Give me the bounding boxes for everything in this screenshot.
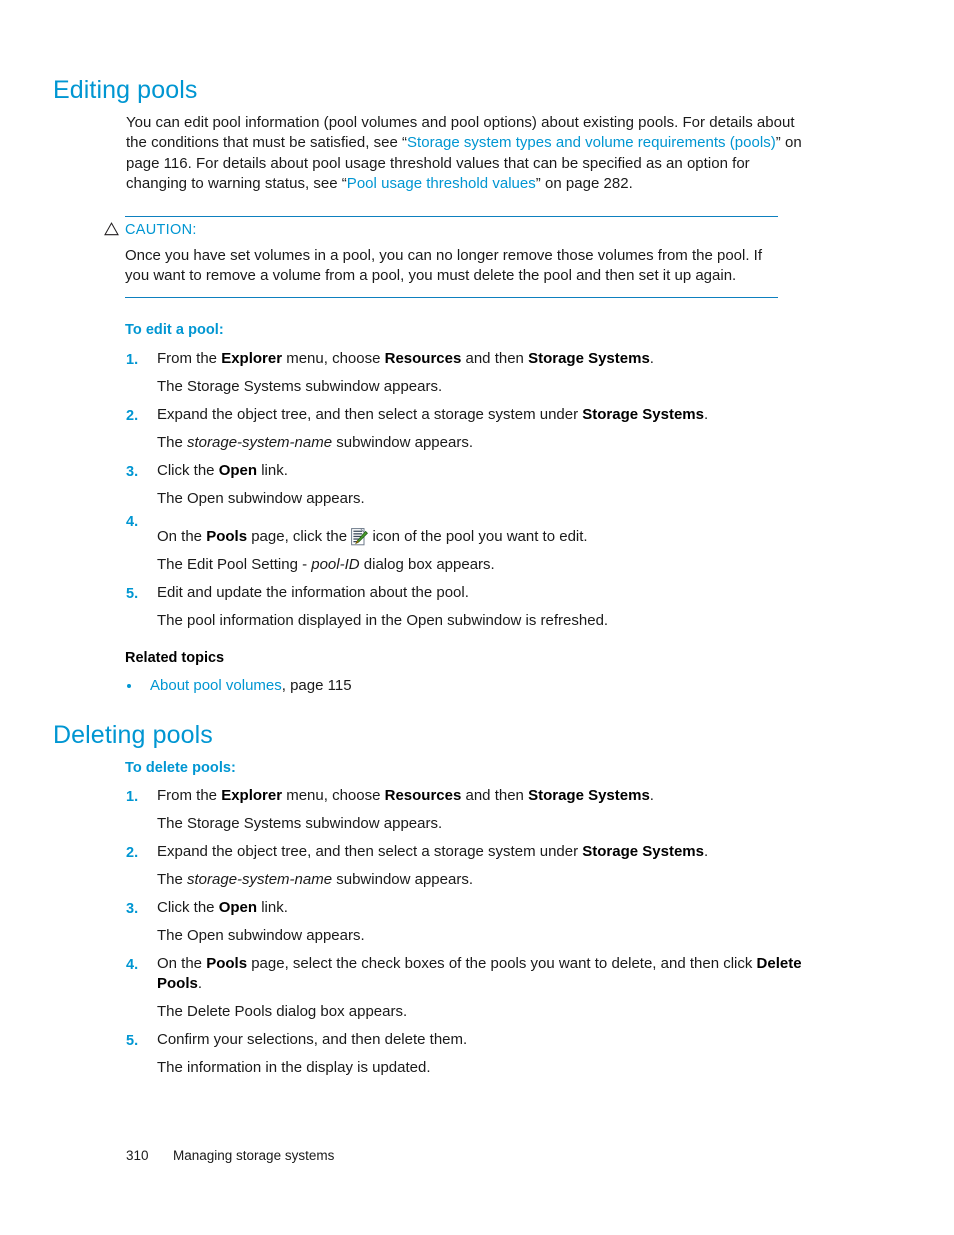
step-fragment: page, click the bbox=[247, 528, 352, 545]
step-emphasis-storage-systems: Storage Systems bbox=[528, 787, 650, 804]
list-item-page-ref: , page 115 bbox=[281, 677, 352, 694]
step-number: 2. bbox=[126, 408, 139, 424]
step-fragment: menu, choose bbox=[282, 350, 385, 367]
caution-rule-top bbox=[125, 216, 778, 217]
result-placeholder-storage-system-name: storage-system-name bbox=[187, 871, 333, 888]
step-fragment: . bbox=[649, 350, 654, 367]
step-emphasis-explorer: Explorer bbox=[221, 350, 283, 367]
step-fragment: . bbox=[197, 975, 203, 993]
warning-triangle-icon bbox=[104, 222, 119, 236]
step-result: The information in the display is update… bbox=[157, 1059, 431, 1076]
step-number: 5. bbox=[126, 586, 139, 602]
step-emphasis-pools: Pools bbox=[206, 528, 248, 545]
step-fragment: icon of the pool you want to edit. bbox=[368, 528, 588, 545]
step-result: The Storage Systems subwindow appears. bbox=[157, 815, 443, 832]
result-fragment: The bbox=[157, 434, 188, 451]
link-pool-usage-threshold-values[interactable]: Pool usage threshold values bbox=[347, 175, 536, 192]
intro-text-tail: ” on page 282. bbox=[535, 175, 633, 193]
step-text: On the Pools page, select the check boxe… bbox=[157, 954, 802, 995]
link-storage-system-types[interactable]: Storage system types and volume requirem… bbox=[407, 134, 776, 151]
step-result: The storage-system-name subwindow appear… bbox=[157, 870, 802, 890]
step-number: 2. bbox=[126, 845, 139, 861]
caution-rule-bottom bbox=[125, 297, 778, 298]
step-fragment: page, select the check boxes of the pool… bbox=[247, 955, 757, 972]
step-fragment: . bbox=[704, 843, 709, 860]
step-result: The Storage Systems subwindow appears. bbox=[157, 378, 443, 395]
step-number: 5. bbox=[126, 1033, 139, 1049]
bullet-icon bbox=[127, 684, 131, 688]
result-fragment: subwindow appears. bbox=[332, 434, 473, 451]
step-fragment: From the bbox=[157, 787, 222, 804]
step-number: 1. bbox=[126, 352, 139, 368]
step-fragment: Expand the object tree, and then select … bbox=[157, 406, 583, 423]
step-emphasis-open: Open bbox=[218, 899, 258, 916]
step-number: 1. bbox=[126, 789, 139, 805]
step-number: 3. bbox=[126, 464, 139, 480]
step-fragment: link. bbox=[257, 899, 288, 916]
step-fragment: link. bbox=[257, 462, 288, 479]
step-emphasis-storage-systems: Storage Systems bbox=[582, 843, 704, 860]
step-fragment: From the bbox=[157, 350, 222, 367]
page-title-editing-pools: Editing pools bbox=[53, 76, 198, 104]
result-fragment: The Edit Pool Setting - bbox=[157, 556, 312, 573]
page-title-deleting-pools: Deleting pools bbox=[53, 721, 213, 749]
step-emphasis-open: Open bbox=[218, 462, 258, 479]
step-emphasis-storage-systems: Storage Systems bbox=[528, 350, 650, 367]
step-fragment: Expand the object tree, and then select … bbox=[157, 843, 583, 860]
step-fragment: Click the bbox=[157, 899, 219, 916]
step-number: 4. bbox=[126, 957, 139, 973]
result-placeholder-pool-id: pool-ID bbox=[311, 556, 360, 573]
result-fragment: The bbox=[157, 871, 188, 888]
step-result: The Open subwindow appears. bbox=[157, 927, 365, 944]
related-topics-heading: Related topics bbox=[125, 650, 225, 666]
step-text: Click the Open link. bbox=[157, 461, 802, 481]
step-emphasis-pools: Pools bbox=[206, 955, 248, 972]
step-emphasis-storage-systems: Storage Systems bbox=[582, 406, 704, 423]
edit-pool-icon bbox=[351, 528, 369, 546]
step-text: Confirm your selections, and then delete… bbox=[157, 1031, 468, 1048]
step-result: The Delete Pools dialog box appears. bbox=[157, 1003, 408, 1020]
step-fragment: menu, choose bbox=[282, 787, 385, 804]
step-text: Expand the object tree, and then select … bbox=[157, 842, 802, 862]
intro-paragraph: You can edit pool information (pool volu… bbox=[126, 113, 802, 195]
step-emphasis-resources: Resources bbox=[384, 787, 462, 804]
result-fragment: subwindow appears. bbox=[332, 871, 473, 888]
step-result: The Edit Pool Setting - pool-ID dialog b… bbox=[157, 555, 802, 575]
step-result: The pool information displayed in the Op… bbox=[157, 612, 609, 629]
step-fragment: . bbox=[704, 406, 709, 423]
step-fragment: and then bbox=[461, 787, 529, 804]
footer-page-number: 310 bbox=[126, 1148, 149, 1163]
step-text: On the Pools page, click the icon of the… bbox=[157, 527, 802, 547]
result-fragment: dialog box appears. bbox=[359, 556, 495, 573]
step-text: Expand the object tree, and then select … bbox=[157, 405, 802, 425]
list-item: About pool volumes, page 115 bbox=[150, 676, 795, 696]
footer-chapter-title: Managing storage systems bbox=[173, 1148, 335, 1163]
procedure-heading-delete-pools: To delete pools: bbox=[125, 760, 236, 776]
step-text: From the Explorer menu, choose Resources… bbox=[157, 786, 802, 806]
step-number: 4. bbox=[126, 514, 139, 530]
step-fragment: Click the bbox=[157, 462, 219, 479]
step-fragment: On the bbox=[157, 528, 207, 545]
step-result: The storage-system-name subwindow appear… bbox=[157, 433, 802, 453]
step-text: Edit and update the information about th… bbox=[157, 584, 469, 601]
step-number: 3. bbox=[126, 901, 139, 917]
caution-body-text: Once you have set volumes in a pool, you… bbox=[125, 247, 763, 285]
step-emphasis-explorer: Explorer bbox=[221, 787, 283, 804]
step-emphasis-resources: Resources bbox=[384, 350, 462, 367]
caution-label: CAUTION: bbox=[125, 222, 197, 238]
document-page: Editing pools You can edit pool informat… bbox=[0, 0, 954, 1235]
step-result: The Open subwindow appears. bbox=[157, 490, 365, 507]
result-placeholder-storage-system-name: storage-system-name bbox=[187, 434, 333, 451]
step-fragment: On the bbox=[157, 955, 207, 972]
link-about-pool-volumes[interactable]: About pool volumes bbox=[150, 677, 282, 694]
step-text: From the Explorer menu, choose Resources… bbox=[157, 349, 802, 369]
procedure-heading-edit-pool: To edit a pool: bbox=[125, 322, 224, 338]
step-text: Click the Open link. bbox=[157, 898, 802, 918]
step-fragment: . bbox=[649, 787, 654, 804]
step-fragment: and then bbox=[461, 350, 529, 367]
